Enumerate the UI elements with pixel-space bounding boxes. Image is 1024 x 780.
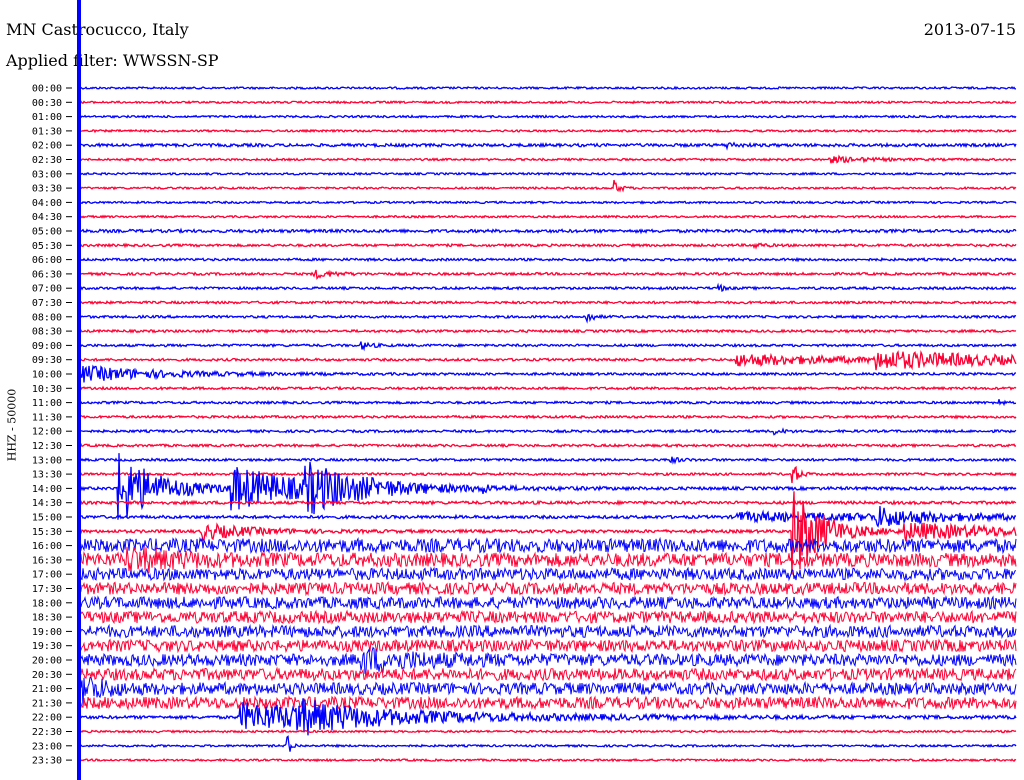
trace-line (79, 638, 1017, 654)
y-tick-label: 20:30 (32, 670, 62, 681)
trace-line (79, 594, 1017, 611)
y-tick-label: 15:30 (32, 527, 62, 538)
trace-line (79, 85, 1016, 91)
trace-line (79, 128, 1017, 134)
trace-line (79, 442, 1017, 449)
trace-line (79, 171, 1017, 177)
y-tick-label: 21:00 (32, 684, 62, 695)
trace-line (79, 729, 1017, 734)
trace-line (79, 536, 1017, 555)
trace-line (79, 580, 1017, 597)
trace-line (79, 141, 1017, 151)
trace-line (79, 328, 1017, 334)
y-tick-label: 01:30 (32, 126, 62, 137)
y-tick-label: 07:00 (32, 284, 62, 295)
y-tick-label: 11:00 (32, 398, 62, 409)
y-tick-label: 16:00 (32, 541, 62, 552)
y-tick-label: 20:00 (32, 656, 62, 667)
y-tick-label: 04:00 (32, 198, 62, 209)
trace-line (79, 313, 1017, 324)
y-tick-label: 17:30 (32, 584, 62, 595)
trace-line (79, 350, 1017, 371)
y-tick-label: 22:30 (32, 727, 62, 738)
trace-line (79, 427, 1017, 436)
trace-line (79, 456, 1017, 465)
trace-line (79, 154, 1017, 164)
y-tick-label: 03:00 (32, 169, 62, 180)
trace-line (79, 227, 1017, 235)
y-tick-label: 22:00 (32, 713, 62, 724)
y-tick-label: 03:30 (32, 184, 62, 195)
trace-line (79, 695, 1017, 711)
y-tick-label: 12:30 (32, 441, 62, 452)
y-tick-label: 06:30 (32, 269, 62, 280)
trace-line (79, 179, 1017, 193)
y-tick-label: 00:30 (32, 98, 62, 109)
y-tick-label: 17:00 (32, 570, 62, 581)
y-tick-label: 18:00 (32, 598, 62, 609)
y-tick-label: 23:00 (32, 741, 62, 752)
y-tick-label: 19:00 (32, 627, 62, 638)
y-tick-label: 01:00 (32, 112, 62, 123)
y-tick-label: 05:00 (32, 227, 62, 238)
y-tick-label: 09:00 (32, 341, 62, 352)
trace-line (79, 256, 1017, 263)
trace-line (79, 506, 1017, 528)
trace-line (79, 199, 1017, 205)
trace-line (79, 623, 1017, 640)
y-tick-label: 15:00 (32, 513, 62, 524)
y-tick-label: 21:30 (32, 698, 62, 709)
trace-line (79, 100, 1017, 105)
y-tick-label: 08:30 (32, 327, 62, 338)
y-tick-label: 10:30 (32, 384, 62, 395)
y-tick-label: 02:00 (32, 141, 62, 152)
y-tick-label: 12:00 (32, 427, 62, 438)
trace-line (79, 465, 1017, 484)
trace-line (79, 666, 1017, 683)
time-cursor-line (77, 0, 81, 780)
trace-line (79, 735, 1017, 752)
y-tick-label: 14:00 (32, 484, 62, 495)
y-tick-label: 10:00 (32, 370, 62, 381)
trace-line (79, 385, 1017, 392)
trace-line (79, 399, 1017, 407)
y-tick-label: 04:30 (32, 212, 62, 223)
trace-line (79, 341, 1017, 352)
y-tick-label: 13:30 (32, 470, 62, 481)
seismogram-plot: 00:00 00:30 01:00 01:30 02:00 02:30 03:00 03:30… (32, 0, 1017, 780)
y-tick-label: 16:30 (32, 555, 62, 566)
y-tick-label: 08:00 (32, 312, 62, 323)
y-tick-label: 02:30 (32, 155, 62, 166)
y-tick-label: 11:30 (32, 412, 62, 423)
trace-line (79, 757, 1017, 763)
trace-line (79, 566, 1017, 582)
y-tick-label: 14:30 (32, 498, 62, 509)
y-tick-label: 18:30 (32, 613, 62, 624)
y-tick-label: 05:30 (32, 241, 62, 252)
y-tick-label: 13:00 (32, 455, 62, 466)
trace-line (79, 414, 1017, 420)
trace-line (79, 453, 1017, 520)
trace-line (79, 269, 1017, 280)
y-tick-label: 06:00 (32, 255, 62, 266)
trace-line (79, 646, 1017, 674)
trace-line (80, 299, 1017, 306)
trace-line (79, 282, 1017, 293)
y-tick-label: 07:30 (32, 298, 62, 309)
trace-line (79, 114, 1017, 119)
trace-line (79, 242, 1017, 250)
trace-line (79, 499, 1017, 506)
trace-line (79, 609, 1017, 625)
y-tick-label: 19:30 (32, 641, 62, 652)
y-tick-label: 23:30 (32, 756, 62, 767)
y-tick-label: 00:00 (32, 84, 62, 95)
trace-line (79, 214, 1017, 219)
y-tick-label: 09:30 (32, 355, 62, 366)
